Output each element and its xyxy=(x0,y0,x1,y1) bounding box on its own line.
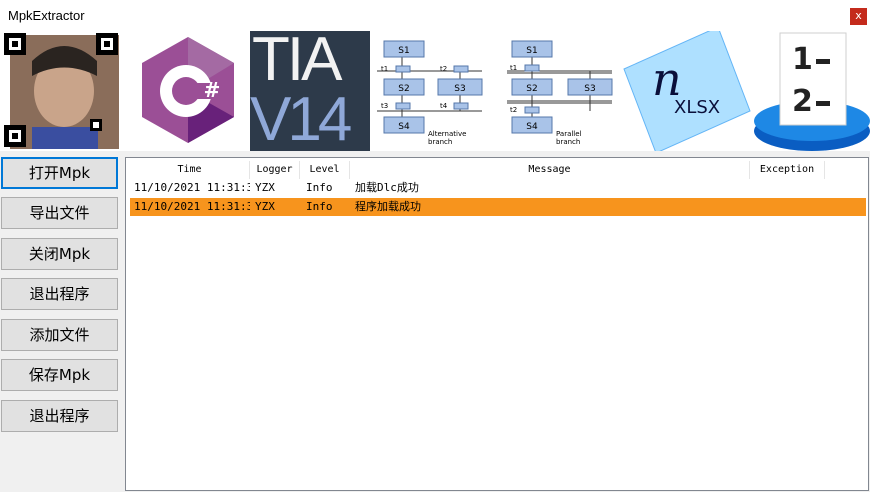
alternative-branch-caption: Alternative branch xyxy=(428,130,466,146)
nxlsx-text: XLSX xyxy=(674,97,720,118)
log-message-cell: 加载Dlc成功 xyxy=(355,181,419,194)
window-title: MpkExtractor xyxy=(8,8,85,23)
log-message-cell: 程序加载成功 xyxy=(355,200,421,213)
log-grid-header: Time Logger Level Message Exception xyxy=(130,161,866,179)
sfc-step-label: S2 xyxy=(398,84,409,94)
svg-text:#: # xyxy=(204,78,221,102)
exit-program-button-2[interactable]: 退出程序 xyxy=(1,400,118,432)
column-header-level[interactable]: Level xyxy=(300,161,350,179)
log-exception-cell xyxy=(755,198,825,216)
sfc-transition-label: t3 xyxy=(381,102,388,110)
column-header-exception[interactable]: Exception xyxy=(750,161,825,179)
sfc-step-label: S3 xyxy=(584,84,595,94)
log-row[interactable]: 11/10/2021 11:31:3 YZX Info 加载Dlc成功 xyxy=(130,179,866,197)
sfc-step-label: S2 xyxy=(526,84,537,94)
sfc-transition-label: t1 xyxy=(510,64,517,72)
log-exception-cell xyxy=(755,179,825,197)
log-logger-cell: YZX xyxy=(255,181,275,194)
title-bar: MpkExtractor x xyxy=(0,0,870,31)
export-file-button[interactable]: 导出文件 xyxy=(1,197,118,229)
close-button[interactable]: x xyxy=(850,8,867,25)
log-time-cell: 11/10/2021 11:31:3 xyxy=(134,181,250,194)
tia-v14-image: TIA V14 xyxy=(250,31,370,151)
list-number-2: 2 xyxy=(792,84,813,119)
image-banner: # TIA V14 S1 S2 S3 S4 S1 S2 S3 S4 t1 t2 … xyxy=(0,31,870,151)
sfc-transition-label: t4 xyxy=(440,102,448,110)
exit-program-button[interactable]: 退出程序 xyxy=(1,278,118,310)
log-time-cell: 11/10/2021 11:31:3 xyxy=(134,200,250,213)
log-grid[interactable]: Time Logger Level Message Exception 11/1… xyxy=(125,157,869,491)
column-header-logger[interactable]: Logger xyxy=(250,161,300,179)
log-logger-cell: YZX xyxy=(255,200,275,213)
sfc-step-label: S4 xyxy=(526,122,538,132)
sfc-step-label: S1 xyxy=(398,46,409,56)
sfc-transition-label: t1 xyxy=(381,65,388,73)
tia-version-label: V14 xyxy=(250,85,352,151)
parallel-branch-caption: Parallel branch xyxy=(556,130,582,146)
add-file-button[interactable]: 添加文件 xyxy=(1,319,118,351)
csharp-logo-image: # xyxy=(128,31,248,151)
main-window: MpkExtractor x # TIA V14 S1 S2 S3 S4 S1 … xyxy=(0,0,870,492)
log-level-cell: Info xyxy=(306,181,333,194)
close-mpk-button[interactable]: 关闭Mpk xyxy=(1,238,118,270)
numbered-list-icon: 1 2 xyxy=(752,31,870,151)
sfc-step-label: S1 xyxy=(526,46,537,56)
qr-avatar-image xyxy=(2,31,119,151)
save-mpk-button[interactable]: 保存Mpk xyxy=(1,359,118,391)
sfc-transition-label: t2 xyxy=(510,106,517,114)
column-header-time[interactable]: Time xyxy=(130,161,250,179)
nxlsx-logo-image: n XLSX xyxy=(622,31,752,151)
sfc-step-label: S3 xyxy=(454,84,465,94)
sfc-transition-label: t2 xyxy=(440,65,447,73)
sfc-step-label: S4 xyxy=(398,122,410,132)
sfc-diagram-image: S1 S2 S3 S4 S1 S2 S3 S4 t1 t2 t3 t4 t1 t… xyxy=(372,31,620,151)
log-row-selected[interactable]: 11/10/2021 11:31:3 YZX Info 程序加载成功 xyxy=(130,198,866,216)
open-mpk-button[interactable]: 打开Mpk xyxy=(1,157,118,189)
list-number-1: 1 xyxy=(792,42,813,77)
tia-label: TIA xyxy=(252,31,342,94)
log-level-cell: Info xyxy=(306,200,333,213)
column-header-message[interactable]: Message xyxy=(350,161,750,179)
